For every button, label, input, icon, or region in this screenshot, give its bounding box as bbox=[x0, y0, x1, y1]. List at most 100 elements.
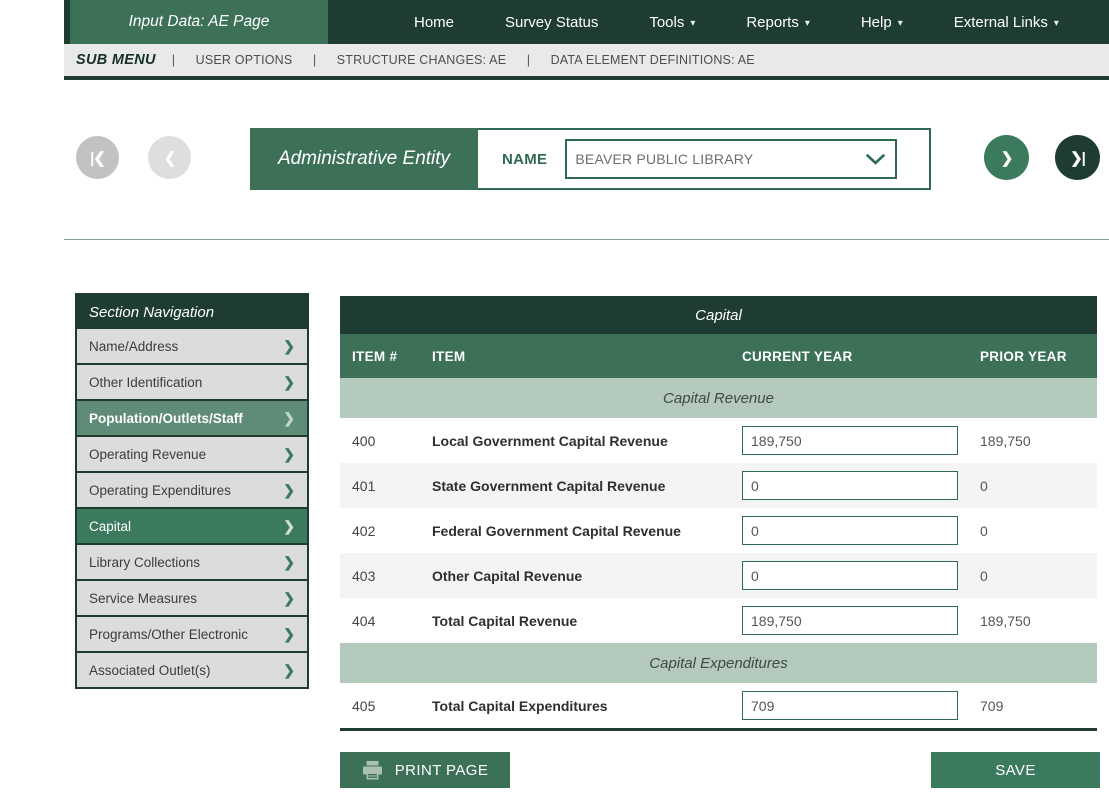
entity-box: Administrative Entity NAME BEAVER PUBLIC… bbox=[250, 128, 931, 190]
item-number: 404 bbox=[352, 613, 432, 629]
top-navbar: Input Data: AE Page Home Survey Status T… bbox=[64, 0, 1109, 44]
last-record-button[interactable]: ❯| bbox=[1055, 135, 1100, 180]
nav-menu-item-label: Reports bbox=[746, 14, 799, 31]
item-number: 401 bbox=[352, 478, 432, 494]
sub-menu-item[interactable]: STRUCTURE CHANGES: AE bbox=[337, 53, 507, 67]
section-navigation: Section Navigation Name/Address ❯ Other … bbox=[75, 293, 309, 689]
previous-record-icon: ❮ bbox=[164, 149, 176, 167]
sidebar-item-label: Other Identification bbox=[89, 375, 202, 390]
sidebar-item[interactable]: Library Collections ❯ bbox=[77, 545, 307, 579]
current-year-input[interactable] bbox=[742, 561, 958, 590]
item-label: Total Capital Revenue bbox=[432, 613, 742, 629]
prior-year-value: 0 bbox=[972, 478, 1085, 494]
sidebar-item-label: Name/Address bbox=[89, 339, 178, 354]
chevron-right-icon: ❯ bbox=[283, 446, 295, 463]
table-row: 401 State Government Capital Revenue 0 bbox=[340, 463, 1097, 508]
print-page-button[interactable]: PRINT PAGE bbox=[340, 752, 510, 788]
nav-menu-item[interactable]: Reports ▾ bbox=[746, 14, 810, 31]
chevron-right-icon: ❯ bbox=[283, 482, 295, 499]
sub-menu-separator: | bbox=[172, 52, 175, 67]
save-button[interactable]: SAVE bbox=[931, 752, 1100, 788]
previous-record-button: ❮ bbox=[148, 136, 191, 179]
sidebar-item[interactable]: Other Identification ❯ bbox=[77, 365, 307, 399]
sidebar-item-label: Library Collections bbox=[89, 555, 200, 570]
chevron-down-icon: ▾ bbox=[898, 18, 903, 29]
section-band: Capital Revenue bbox=[340, 378, 1097, 418]
item-label: Total Capital Expenditures bbox=[432, 698, 742, 714]
nav-menu-item[interactable]: External Links ▾ bbox=[954, 14, 1059, 31]
chevron-down-icon: ▾ bbox=[690, 18, 695, 29]
nav-menu-item-label: External Links bbox=[954, 14, 1048, 31]
sub-menu-separator: | bbox=[313, 52, 316, 67]
sidebar-item-label: Associated Outlet(s) bbox=[89, 663, 211, 678]
first-record-button: |❮ bbox=[76, 136, 119, 179]
item-number: 402 bbox=[352, 523, 432, 539]
item-number: 405 bbox=[352, 698, 432, 714]
nav-menu-item[interactable]: Tools ▾ bbox=[649, 14, 695, 31]
sidebar-item[interactable]: Associated Outlet(s) ❯ bbox=[77, 653, 307, 687]
sidebar-item[interactable]: Programs/Other Electronic ❯ bbox=[77, 617, 307, 651]
chevron-right-icon: ❯ bbox=[283, 518, 295, 535]
current-year-input[interactable] bbox=[742, 606, 958, 635]
sub-menu-item[interactable]: DATA ELEMENT DEFINITIONS: AE bbox=[551, 53, 755, 67]
sidebar-item[interactable]: Operating Expenditures ❯ bbox=[77, 473, 307, 507]
prior-year-value: 189,750 bbox=[972, 433, 1085, 449]
prior-year-value: 0 bbox=[972, 523, 1085, 539]
chevron-right-icon: ❯ bbox=[283, 338, 295, 355]
entity-type-label: Administrative Entity bbox=[250, 128, 478, 190]
nav-menu-item[interactable]: Home bbox=[414, 14, 454, 31]
col-item-number: ITEM # bbox=[352, 349, 432, 364]
entity-name-select[interactable]: BEAVER PUBLIC LIBRARY bbox=[565, 139, 897, 179]
current-year-input[interactable] bbox=[742, 426, 958, 455]
entity-name-value: BEAVER PUBLIC LIBRARY bbox=[575, 151, 753, 167]
col-item: ITEM bbox=[432, 349, 742, 364]
first-record-icon: |❮ bbox=[90, 149, 105, 167]
nav-menu: Home Survey Status Tools ▾ Reports ▾ Hel… bbox=[414, 0, 1059, 44]
table-body: Capital Revenue 400 Local Government Cap… bbox=[340, 378, 1097, 728]
chevron-down-icon bbox=[866, 154, 885, 165]
page: Input Data: AE Page Home Survey Status T… bbox=[0, 0, 1109, 797]
chevron-right-icon: ❯ bbox=[283, 626, 295, 643]
sidebar-item-label: Service Measures bbox=[89, 591, 197, 606]
table-row: 405 Total Capital Expenditures 709 bbox=[340, 683, 1097, 728]
sidebar-item[interactable]: Population/Outlets/Staff ❯ bbox=[77, 401, 307, 435]
table-column-header: ITEM # ITEM CURRENT YEAR PRIOR YEAR bbox=[340, 334, 1097, 378]
nav-menu-item[interactable]: Survey Status bbox=[505, 14, 598, 31]
item-label: Federal Government Capital Revenue bbox=[432, 523, 742, 539]
current-year-input[interactable] bbox=[742, 691, 958, 720]
current-year-input[interactable] bbox=[742, 516, 958, 545]
sidebar-item[interactable]: Name/Address ❯ bbox=[77, 329, 307, 363]
active-page-tab[interactable]: Input Data: AE Page bbox=[70, 0, 328, 44]
sidebar-item[interactable]: Operating Revenue ❯ bbox=[77, 437, 307, 471]
main-content: Section Navigation Name/Address ❯ Other … bbox=[64, 241, 1109, 797]
sidebar-item[interactable]: Capital ❯ bbox=[77, 509, 307, 543]
section-navigation-title: Section Navigation bbox=[77, 295, 307, 329]
next-record-icon: ❯ bbox=[1001, 149, 1013, 167]
section-band: Capital Expenditures bbox=[340, 643, 1097, 683]
table-row: 404 Total Capital Revenue 189,750 bbox=[340, 598, 1097, 643]
table-row: 403 Other Capital Revenue 0 bbox=[340, 553, 1097, 598]
last-record-icon: ❯| bbox=[1070, 149, 1085, 167]
sub-menu-items: | USER OPTIONS | STRUCTURE CHANGES: AE |… bbox=[156, 51, 755, 69]
chevron-right-icon: ❯ bbox=[283, 590, 295, 607]
sidebar-item[interactable]: Service Measures ❯ bbox=[77, 581, 307, 615]
sub-menu-title: SUB MENU bbox=[76, 52, 156, 68]
chevron-right-icon: ❯ bbox=[283, 662, 295, 679]
prior-year-value: 189,750 bbox=[972, 613, 1085, 629]
nav-menu-item-label: Tools bbox=[649, 14, 684, 31]
next-record-button[interactable]: ❯ bbox=[984, 135, 1029, 180]
table-title: Capital bbox=[340, 296, 1097, 334]
current-year-input[interactable] bbox=[742, 471, 958, 500]
nav-menu-item[interactable]: Help ▾ bbox=[861, 14, 903, 31]
item-label: State Government Capital Revenue bbox=[432, 478, 742, 494]
sub-menu-separator: | bbox=[527, 52, 530, 67]
chevron-right-icon: ❯ bbox=[283, 410, 295, 427]
col-prior-year: PRIOR YEAR bbox=[972, 349, 1085, 364]
sidebar-item-label: Programs/Other Electronic bbox=[89, 627, 248, 642]
item-label: Local Government Capital Revenue bbox=[432, 433, 742, 449]
table-row: 400 Local Government Capital Revenue 189… bbox=[340, 418, 1097, 463]
entity-name-label: NAME bbox=[502, 151, 547, 168]
item-number: 403 bbox=[352, 568, 432, 584]
chevron-right-icon: ❯ bbox=[283, 554, 295, 571]
sub-menu-item[interactable]: USER OPTIONS bbox=[196, 53, 293, 67]
